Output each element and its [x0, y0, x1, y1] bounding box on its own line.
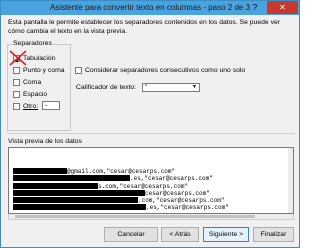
- next-button[interactable]: Siguiente >: [203, 227, 249, 242]
- help-button[interactable]: ?: [245, 2, 265, 14]
- space-checkbox[interactable]: [13, 91, 20, 98]
- comma-checkbox[interactable]: [13, 79, 20, 86]
- other-separator-input[interactable]: -: [42, 101, 60, 110]
- qualifier-value: ": [145, 84, 148, 91]
- comma-label: Coma: [23, 79, 42, 86]
- redaction-bar: [13, 168, 67, 175]
- space-label: Espacio: [23, 91, 48, 98]
- redaction-bar: [13, 197, 138, 204]
- back-button[interactable]: < Atrás: [161, 227, 199, 242]
- scroll-thumb[interactable]: [15, 215, 255, 218]
- wizard-dialog: Asistente para convertir texto en column…: [0, 0, 300, 248]
- redaction-bar: [13, 190, 145, 197]
- close-button[interactable]: ✕: [267, 1, 298, 14]
- semicolon-label: Punto y coma: [23, 67, 65, 74]
- preview-row: s.com,"cesar@cesarps.com": [13, 183, 188, 190]
- qualifier-label: Calificador de texto:: [76, 84, 137, 91]
- chevron-down-icon: ▼: [192, 84, 197, 90]
- semicolon-checkbox[interactable]: [13, 67, 20, 74]
- preview-row-text: @gmail.com,"cesar@cesarps.com": [67, 168, 176, 175]
- preview-row-text: .es,"cesar@cesarps.com": [146, 204, 229, 211]
- finish-button[interactable]: Finalizar: [253, 227, 294, 242]
- preview-row-text: .com,"cesar@cesarps.com": [138, 197, 225, 204]
- cancel-button[interactable]: Cancelar: [104, 227, 158, 242]
- consecutive-label: Considerar separadores consecutivos como…: [85, 67, 246, 74]
- horizontal-scrollbar[interactable]: [8, 214, 294, 220]
- data-preview-pane[interactable]: @gmail.com,"cesar@cesarps.com" .es,"cesa…: [8, 147, 294, 214]
- preview-row-text: s.com,"cesar@cesarps.com": [98, 183, 189, 190]
- separators-legend: Separadores: [12, 40, 53, 47]
- preview-label: Vista previa de los datos: [8, 138, 82, 145]
- redaction-bar: [13, 204, 146, 211]
- tab-label: Tabulación: [23, 55, 56, 62]
- redaction-bar: [13, 183, 98, 190]
- other-checkbox[interactable]: [13, 103, 20, 110]
- redaction-bar: [13, 175, 130, 182]
- preview-row: cesar@cesarps.com": [13, 190, 210, 197]
- preview-row: .es,"cesar@cesarps.com": [13, 204, 229, 211]
- preview-row-text: .es,"cesar@cesarps.com": [130, 175, 213, 182]
- consecutive-checkbox[interactable]: [75, 67, 82, 74]
- step-description: Esta pantalla le permite establecer los …: [8, 19, 281, 35]
- preview-row-text: cesar@cesarps.com": [145, 190, 210, 197]
- preview-row: @gmail.com,"cesar@cesarps.com": [13, 168, 175, 175]
- vertical-scrollbar[interactable]: [288, 148, 293, 213]
- preview-row: .es,"cesar@cesarps.com": [13, 175, 213, 182]
- other-label: Otro:: [23, 103, 39, 110]
- section-divider: [7, 133, 295, 134]
- text-qualifier-select[interactable]: " ▼: [142, 83, 200, 92]
- preview-row: .com,"cesar@cesarps.com": [13, 197, 224, 204]
- title-bar: Asistente para convertir texto en column…: [1, 1, 299, 15]
